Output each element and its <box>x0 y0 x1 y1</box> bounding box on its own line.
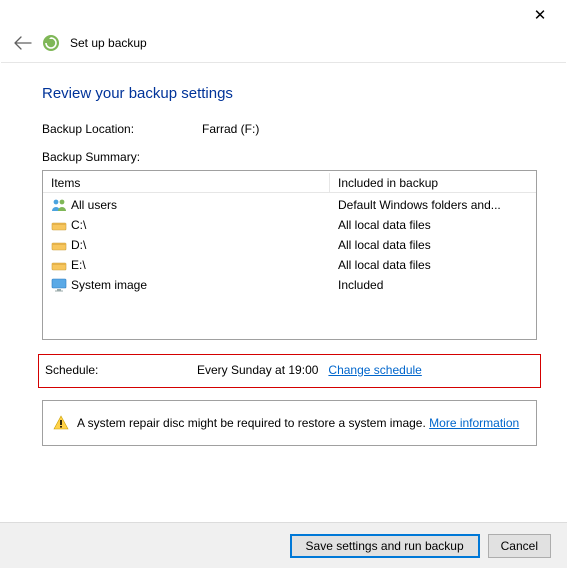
schedule-highlight: Schedule: Every Sunday at 19:00 Change s… <box>38 354 541 388</box>
table-row[interactable]: E:\ All local data files <box>43 255 536 275</box>
backup-location-value: Farrad (F:) <box>202 122 259 136</box>
table-row[interactable]: D:\ All local data files <box>43 235 536 255</box>
row-included-label: Included <box>330 278 536 292</box>
drive-icon <box>51 237 67 253</box>
monitor-icon <box>51 277 67 293</box>
info-text-content: A system repair disc might be required t… <box>77 416 429 430</box>
backup-location-row: Backup Location: Farrad (F:) <box>42 122 537 136</box>
row-item-label: All users <box>71 198 117 212</box>
users-icon <box>51 197 67 213</box>
more-information-link[interactable]: More information <box>429 416 519 430</box>
wizard-header: Set up backup <box>0 30 567 62</box>
change-schedule-link[interactable]: Change schedule <box>328 363 421 377</box>
grid-body: All users Default Windows folders and... C… <box>43 193 536 295</box>
back-arrow-icon[interactable] <box>14 36 32 50</box>
grid-header: Items Included in backup <box>43 171 536 193</box>
cancel-button[interactable]: Cancel <box>488 534 551 558</box>
backup-location-label: Backup Location: <box>42 122 202 136</box>
col-header-included[interactable]: Included in backup <box>330 176 536 190</box>
save-and-run-button[interactable]: Save settings and run backup <box>290 534 480 558</box>
page-title: Review your backup settings <box>42 85 537 102</box>
row-included-label: All local data files <box>330 218 536 232</box>
backup-summary-grid: Items Included in backup All users Defaul… <box>42 170 537 340</box>
info-text: A system repair disc might be required t… <box>77 416 519 430</box>
table-row[interactable]: System image Included <box>43 275 536 295</box>
wizard-title: Set up backup <box>70 36 147 50</box>
backup-summary-label: Backup Summary: <box>42 150 537 164</box>
row-included-label: All local data files <box>330 258 536 272</box>
info-box: A system repair disc might be required t… <box>42 400 537 446</box>
backup-wizard-icon <box>42 34 60 52</box>
row-item-label: C:\ <box>71 218 86 232</box>
row-item-label: E:\ <box>71 258 86 272</box>
row-included-label: Default Windows folders and... <box>330 198 536 212</box>
drive-icon <box>51 217 67 233</box>
titlebar: ✕ <box>0 0 567 30</box>
table-row[interactable]: All users Default Windows folders and... <box>43 195 536 215</box>
footer: Save settings and run backup Cancel <box>0 522 567 568</box>
row-included-label: All local data files <box>330 238 536 252</box>
col-header-items[interactable]: Items <box>43 173 330 192</box>
row-item-label: D:\ <box>71 238 86 252</box>
close-icon[interactable]: ✕ <box>525 6 555 24</box>
table-row[interactable]: C:\ All local data files <box>43 215 536 235</box>
schedule-value: Every Sunday at 19:00 <box>197 363 318 377</box>
drive-icon <box>51 257 67 273</box>
warning-icon <box>53 415 69 431</box>
content-area: Review your backup settings Backup Locat… <box>0 63 567 446</box>
schedule-row: Schedule: Every Sunday at 19:00 Change s… <box>45 363 534 377</box>
row-item-label: System image <box>71 278 147 292</box>
schedule-label: Schedule: <box>45 363 197 377</box>
